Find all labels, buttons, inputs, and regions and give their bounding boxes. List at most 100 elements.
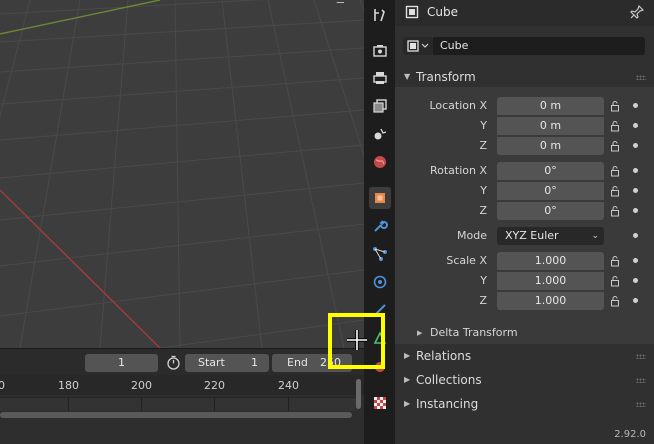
scale-x-field[interactable]: 1.000 <box>497 252 604 270</box>
ruler-tick: 200 <box>131 379 152 392</box>
scale-z-row: Z 1.000 <box>395 292 654 311</box>
output-icon[interactable] <box>369 67 391 89</box>
delta-transform-subpanel[interactable]: ▶ Delta Transform <box>395 323 654 343</box>
tool-icon[interactable] <box>369 4 391 26</box>
location-y-row: Y 0 m <box>395 117 654 136</box>
scene-icon[interactable] <box>369 123 391 145</box>
scale-z-field[interactable]: 1.000 <box>497 292 604 310</box>
rotation-mode-value: XYZ Euler <box>505 229 559 242</box>
rotation-y-field[interactable]: 0° <box>497 182 604 200</box>
keyframe-dot-icon[interactable] <box>633 143 638 148</box>
keyframe-lane[interactable] <box>0 397 358 411</box>
location-z-row: Z 0 m <box>395 137 654 156</box>
physics-icon[interactable] <box>369 271 391 293</box>
collapsed-triangle-icon: ▶ <box>404 375 411 384</box>
drag-grip-icon[interactable] <box>636 378 646 383</box>
properties-header: Cube <box>395 0 654 26</box>
rotation-x-field[interactable]: 0° <box>497 162 604 180</box>
chevron-down-icon: ⌄ <box>591 231 599 241</box>
object-name-field[interactable]: Cube <box>433 37 645 55</box>
lock-icon[interactable] <box>610 255 622 267</box>
timeline-body[interactable]: 0 180 200 220 240 <box>0 375 364 444</box>
end-label: End <box>287 356 308 369</box>
rotation-mode-row: Mode XYZ Euler ⌄ <box>395 227 654 246</box>
start-label: Start <box>198 356 225 369</box>
frame-gridline <box>68 397 69 411</box>
rotation-y-label: Y <box>480 184 487 197</box>
version-label: 2.92.0 <box>614 429 646 440</box>
texture-icon[interactable] <box>369 392 391 414</box>
lock-icon[interactable] <box>610 185 622 197</box>
viewport-menu-icon[interactable]: ☰ <box>336 0 350 6</box>
location-x-field[interactable]: 0 m <box>497 97 604 115</box>
properties-editor: Cube Cube ▼ Transform Location X 0 m Y 0… <box>395 0 654 444</box>
current-frame-field[interactable]: 1 <box>85 354 158 372</box>
delta-transform-label: Delta Transform <box>430 326 518 339</box>
relations-panel-header[interactable]: ▶ Relations <box>395 345 654 367</box>
frame-gridline <box>288 397 289 411</box>
rotation-y-row: Y 0° <box>395 182 654 201</box>
lock-icon[interactable] <box>610 275 622 287</box>
ruler-tick: 240 <box>278 379 299 392</box>
keyframe-dot-icon[interactable] <box>633 258 638 263</box>
keyframe-dot-icon[interactable] <box>633 208 638 213</box>
timeline-horizontal-scrollbar[interactable] <box>0 412 352 418</box>
location-x-label: Location X <box>429 99 487 112</box>
rotation-z-row: Z 0° <box>395 202 654 221</box>
modifier-icon[interactable] <box>369 215 391 237</box>
collapsed-triangle-icon: ▶ <box>404 399 411 408</box>
ruler-tick: 220 <box>204 379 225 392</box>
frame-gridline <box>214 397 215 411</box>
drag-grip-icon[interactable] <box>636 402 646 407</box>
lock-icon[interactable] <box>610 100 622 112</box>
transform-panel-label: Transform <box>416 70 476 84</box>
lock-icon[interactable] <box>610 295 622 307</box>
pin-icon[interactable] <box>629 4 645 20</box>
object-browse-dropdown[interactable] <box>403 37 433 55</box>
world-icon[interactable] <box>369 151 391 173</box>
scale-y-field[interactable]: 1.000 <box>497 272 604 290</box>
lock-icon[interactable] <box>610 140 622 152</box>
rotation-mode-label: Mode <box>457 229 487 242</box>
transform-panel-header[interactable]: ▼ Transform <box>395 66 654 88</box>
scale-z-label: Z <box>479 294 487 307</box>
keyframe-dot-icon[interactable] <box>633 298 638 303</box>
lock-icon[interactable] <box>610 165 622 177</box>
rotation-x-row: Rotation X 0° <box>395 162 654 181</box>
lock-icon[interactable] <box>610 120 622 132</box>
particles-icon[interactable] <box>369 243 391 265</box>
keyframe-dot-icon[interactable] <box>633 103 638 108</box>
properties-tab-bar <box>364 0 395 444</box>
object-icon[interactable] <box>369 187 391 209</box>
keyframe-dot-icon[interactable] <box>633 168 638 173</box>
rotation-z-field[interactable]: 0° <box>497 202 604 220</box>
collections-panel-header[interactable]: ▶ Collections <box>395 369 654 391</box>
frame-ruler[interactable]: 0 180 200 220 240 <box>0 375 364 395</box>
location-z-field[interactable]: 0 m <box>497 137 604 155</box>
location-y-field[interactable]: 0 m <box>497 117 604 135</box>
rotation-x-label: Rotation X <box>429 164 487 177</box>
instancing-panel-header[interactable]: ▶ Instancing <box>395 393 654 415</box>
lock-icon[interactable] <box>610 205 622 217</box>
view-layer-icon[interactable] <box>369 95 391 117</box>
start-frame-field[interactable]: Start 1 <box>185 354 269 372</box>
keyframe-dot-icon[interactable] <box>633 278 638 283</box>
drag-grip-icon[interactable] <box>636 354 646 359</box>
timeline-vertical-scrollbar[interactable] <box>356 379 361 409</box>
3d-viewport[interactable]: ☰ <box>0 0 364 348</box>
stopwatch-icon[interactable] <box>166 355 181 370</box>
render-icon[interactable] <box>369 39 391 61</box>
keyframe-dot-icon[interactable] <box>633 123 638 128</box>
rotation-z-label: Z <box>479 204 487 217</box>
drag-grip-icon[interactable] <box>636 75 646 80</box>
keyframe-dot-icon[interactable] <box>633 188 638 193</box>
rotation-mode-dropdown[interactable]: XYZ Euler ⌄ <box>497 227 604 245</box>
object-type-icon <box>405 5 419 19</box>
location-y-label: Y <box>480 119 487 132</box>
location-z-label: Z <box>479 139 487 152</box>
timeline-header: 1 Start 1 End 250 <box>0 348 364 375</box>
keyframe-dot-icon[interactable] <box>633 233 638 238</box>
ruler-tick: 180 <box>58 379 79 392</box>
relations-panel-label: Relations <box>416 349 472 363</box>
collapsed-triangle-icon: ▶ <box>404 351 411 360</box>
